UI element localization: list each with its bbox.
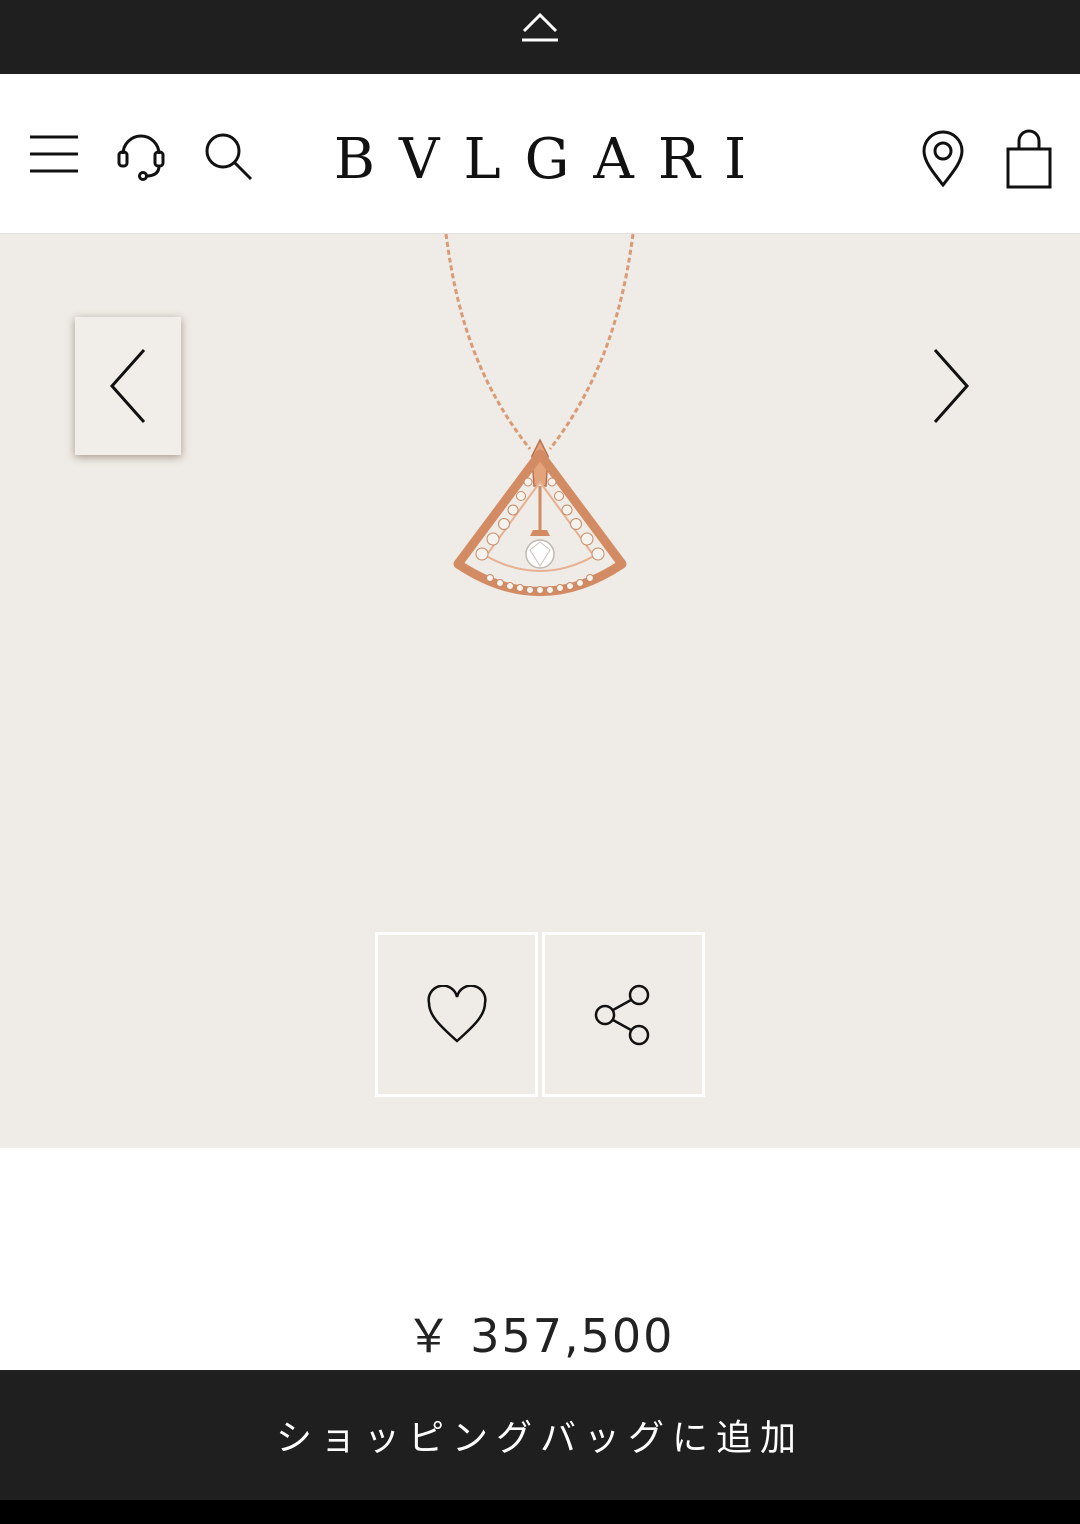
site-header: BVLGARI [0,74,1080,234]
location-pin-icon [922,130,964,188]
bottom-edge [0,1500,1080,1524]
share-button[interactable] [542,932,705,1097]
top-strip [0,0,1080,74]
brand-logo[interactable]: BVLGARI [300,124,780,194]
wishlist-button[interactable] [375,932,538,1097]
add-to-bag-label: ショッピングバッグに追加 [275,1418,804,1459]
support-button[interactable] [110,124,172,186]
shopping-bag-icon [1006,129,1052,189]
product-image[interactable] [420,234,660,624]
headset-icon [117,134,165,181]
collapse-button[interactable] [510,0,570,50]
menu-button[interactable] [24,129,84,179]
chevron-up-icon [522,12,558,42]
search-icon [205,133,253,181]
next-image-button[interactable] [898,317,1004,455]
heart-icon [426,984,487,1043]
menu-icon [30,135,78,173]
product-price: ￥ 357,500 [405,1309,675,1363]
product-actions [375,932,705,1097]
search-button[interactable] [198,126,258,186]
product-gallery [0,234,1080,1148]
chevron-right-icon [933,349,970,423]
add-to-bag-button[interactable]: ショッピングバッグに追加 [0,1370,1080,1500]
store-locator-button[interactable] [912,126,974,192]
shopping-bag-button[interactable] [998,126,1060,192]
previous-image-button[interactable] [75,317,181,455]
chevron-left-icon [109,349,146,423]
share-icon [594,984,649,1045]
